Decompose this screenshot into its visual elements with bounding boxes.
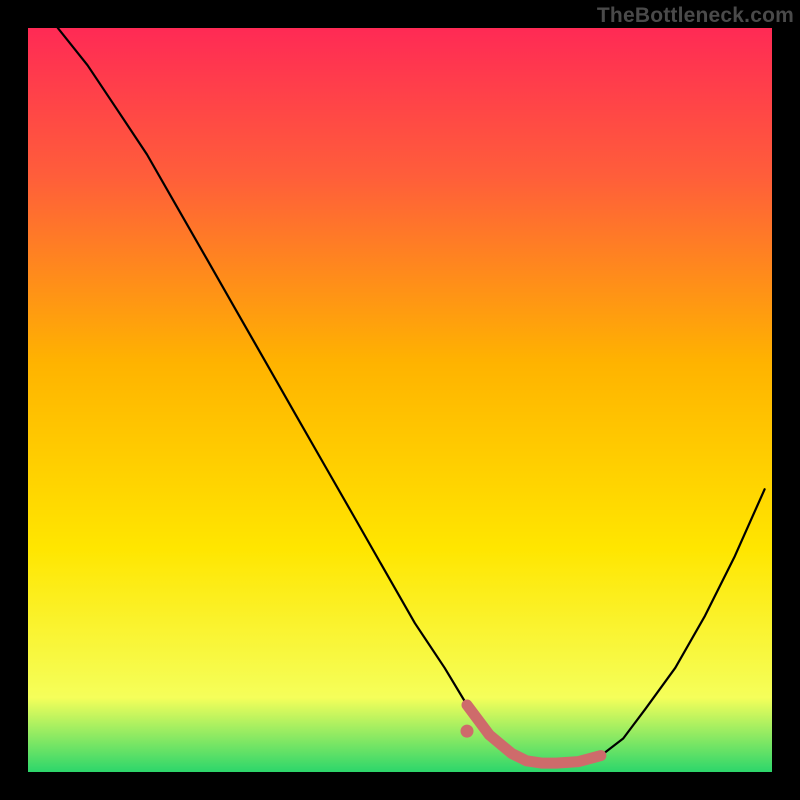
chart-frame xyxy=(28,28,772,772)
plot-area xyxy=(28,28,772,772)
curve-layer xyxy=(28,28,772,772)
bottleneck-curve xyxy=(58,28,765,763)
highlight-dot xyxy=(461,725,474,738)
highlight-segment xyxy=(467,705,601,763)
watermark-text: TheBottleneck.com xyxy=(597,4,794,28)
